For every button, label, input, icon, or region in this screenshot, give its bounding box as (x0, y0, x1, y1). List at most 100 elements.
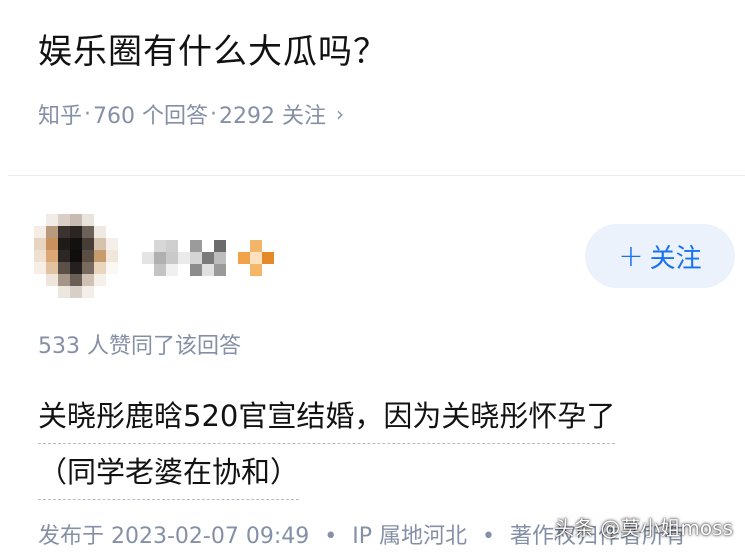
mosaic-pixel (262, 252, 274, 264)
mosaic-pixel (70, 214, 82, 226)
mosaic-pixel (226, 264, 238, 276)
answer-line: 关晓彤鹿晗520官宣结婚，因为关晓彤怀孕了 (38, 393, 616, 444)
answer-line: （同学老婆在协和） (38, 449, 300, 500)
mosaic-pixel (46, 274, 58, 286)
mosaic-pixel (82, 286, 94, 298)
mosaic-pixel (262, 240, 274, 252)
mosaic-pixel (142, 264, 154, 276)
mosaic-pixel (46, 286, 58, 298)
mosaic-pixel (214, 240, 226, 252)
answers-count: 760 个回答 (93, 104, 209, 129)
mosaic-pixel (34, 262, 46, 274)
mosaic-pixel (70, 226, 82, 238)
mosaic-pixel (46, 262, 58, 274)
mosaic-pixel (94, 226, 106, 238)
mosaic-pixel (142, 252, 154, 264)
mosaic-pixel (58, 286, 70, 298)
watermark: 头条 @莫小姐moss (554, 516, 733, 540)
mosaic-pixel (190, 252, 202, 264)
mosaic-pixel (262, 264, 274, 276)
question-title[interactable]: 娱乐圈有什么大瓜吗？ (38, 24, 388, 73)
mosaic-pixel (70, 238, 82, 250)
mosaic-pixel (106, 274, 118, 286)
avatar[interactable] (34, 214, 118, 298)
mosaic-pixel (34, 238, 46, 250)
mosaic-pixel (214, 252, 226, 264)
mosaic-pixel (46, 214, 58, 226)
mosaic-pixel (190, 264, 202, 276)
mosaic-pixel (274, 252, 286, 264)
mosaic-pixel (34, 226, 46, 238)
question-meta[interactable]: 知乎 · 760 个回答 · 2292 关注 › (38, 98, 344, 130)
mosaic-pixel (250, 252, 262, 264)
mosaic-pixel (250, 264, 262, 276)
mosaic-pixel (226, 252, 238, 264)
mosaic-pixel (226, 240, 238, 252)
answer-content[interactable]: 关晓彤鹿晗520官宣结婚，因为关晓彤怀孕了 （同学老婆在协和） (38, 388, 718, 500)
mosaic-pixel (238, 240, 250, 252)
mosaic-pixel (166, 252, 178, 264)
mosaic-pixel (106, 262, 118, 274)
mosaic-pixel (274, 264, 286, 276)
mosaic-pixel (178, 264, 190, 276)
author-name-redacted[interactable] (142, 240, 286, 276)
mosaic-pixel (142, 240, 154, 252)
mosaic-pixel (250, 240, 262, 252)
mosaic-pixel (34, 250, 46, 262)
chevron-right-icon: › (336, 102, 344, 126)
plus-icon: + (618, 238, 644, 274)
mosaic-pixel (274, 240, 286, 252)
separator-dot: • (324, 524, 338, 549)
mosaic-pixel (82, 238, 94, 250)
mosaic-pixel (46, 250, 58, 262)
mosaic-pixel (46, 226, 58, 238)
mosaic-pixel (178, 252, 190, 264)
mosaic-pixel (58, 214, 70, 226)
mosaic-pixel (82, 262, 94, 274)
mosaic-pixel (58, 262, 70, 274)
mosaic-pixel (94, 274, 106, 286)
separator-dot: • (481, 524, 495, 549)
mosaic-pixel (82, 250, 94, 262)
mosaic-pixel (82, 274, 94, 286)
mosaic-pixel (58, 250, 70, 262)
mosaic-pixel (154, 252, 166, 264)
publish-time: 发布于 2023-02-07 09:49 (38, 524, 310, 549)
mosaic-pixel (106, 286, 118, 298)
separator-dot: · (210, 101, 218, 127)
likes-count: 533 人赞同了该回答 (38, 334, 241, 359)
mosaic-pixel (238, 264, 250, 276)
mosaic-pixel (82, 214, 94, 226)
mosaic-pixel (178, 240, 190, 252)
mosaic-pixel (58, 238, 70, 250)
mosaic-pixel (58, 226, 70, 238)
mosaic-pixel (166, 240, 178, 252)
ip-location: IP 属地河北 (352, 524, 467, 549)
mosaic-pixel (58, 274, 70, 286)
divider (8, 175, 745, 176)
mosaic-pixel (106, 226, 118, 238)
source-label: 知乎 (38, 104, 83, 129)
mosaic-pixel (106, 238, 118, 250)
mosaic-pixel (106, 250, 118, 262)
follow-button[interactable]: + 关注 (585, 224, 735, 288)
mosaic-pixel (94, 250, 106, 262)
mosaic-pixel (34, 274, 46, 286)
follow-count: 2292 关注 (219, 104, 326, 129)
mosaic-pixel (94, 238, 106, 250)
mosaic-pixel (214, 264, 226, 276)
mosaic-pixel (70, 262, 82, 274)
mosaic-pixel (154, 264, 166, 276)
mosaic-pixel (82, 226, 94, 238)
mosaic-pixel (70, 286, 82, 298)
mosaic-pixel (202, 240, 214, 252)
mosaic-pixel (46, 238, 58, 250)
mosaic-pixel (34, 286, 46, 298)
mosaic-pixel (202, 264, 214, 276)
mosaic-pixel (70, 250, 82, 262)
mosaic-pixel (238, 252, 250, 264)
mosaic-pixel (94, 286, 106, 298)
mosaic-pixel (34, 214, 46, 226)
mosaic-pixel (190, 240, 202, 252)
follow-button-label: 关注 (649, 243, 702, 274)
